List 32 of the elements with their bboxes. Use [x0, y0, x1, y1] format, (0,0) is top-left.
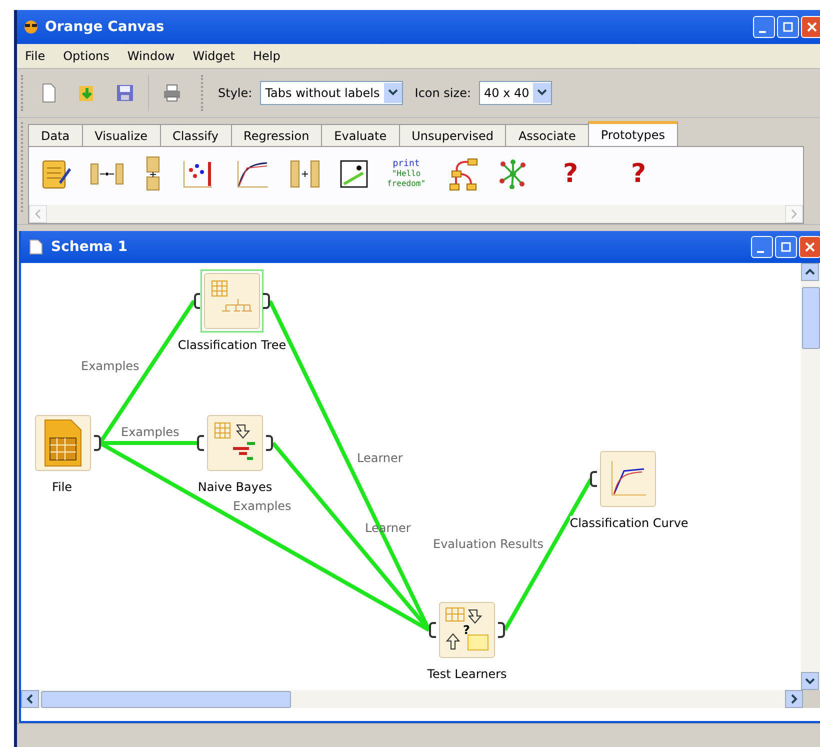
menu-item[interactable]: Widget [192, 49, 235, 63]
tab[interactable]: Unsupervised [398, 124, 506, 146]
link-label: Examples [233, 499, 292, 513]
question-mark-icon[interactable]: ? [546, 159, 596, 189]
schema-title: Schema 1 [51, 239, 128, 255]
link-label: Examples [81, 359, 140, 373]
node-label: Test Learners [427, 667, 507, 681]
icon-size-dropdown[interactable]: 40 x 40 [479, 81, 552, 105]
menu-item[interactable]: File [25, 49, 46, 63]
link-label: Learner [357, 451, 403, 465]
tab[interactable]: Visualize [82, 124, 160, 146]
style-dropdown[interactable]: Tabs without labels [260, 81, 403, 105]
tab[interactable]: Data [28, 124, 83, 146]
icon-size-label: Icon size: [414, 86, 471, 100]
tab[interactable]: Associate [505, 124, 589, 146]
node-label: Naive Bayes [198, 480, 272, 494]
node-label: File [52, 480, 72, 494]
window-title: Orange Canvas [45, 19, 164, 35]
style-label: Style: [218, 86, 252, 100]
tab[interactable]: Prototypes [588, 121, 678, 146]
tab[interactable]: Classify [160, 124, 232, 146]
node-label: Classification Curve [570, 516, 688, 530]
print-hello-icon[interactable]: print "Hello freedom" [387, 159, 426, 189]
node-label: Classification Tree [178, 338, 286, 352]
tab[interactable]: Regression [230, 124, 322, 146]
tab[interactable]: Evaluate [321, 124, 400, 146]
question-mark-icon[interactable]: ? [614, 159, 664, 189]
menu-item[interactable]: Window [127, 49, 175, 63]
menu-item[interactable]: Options [63, 49, 110, 63]
menu-item[interactable]: Help [253, 49, 280, 63]
link-label: Evaluation Results [433, 537, 544, 551]
link-label: Examples [121, 425, 180, 439]
